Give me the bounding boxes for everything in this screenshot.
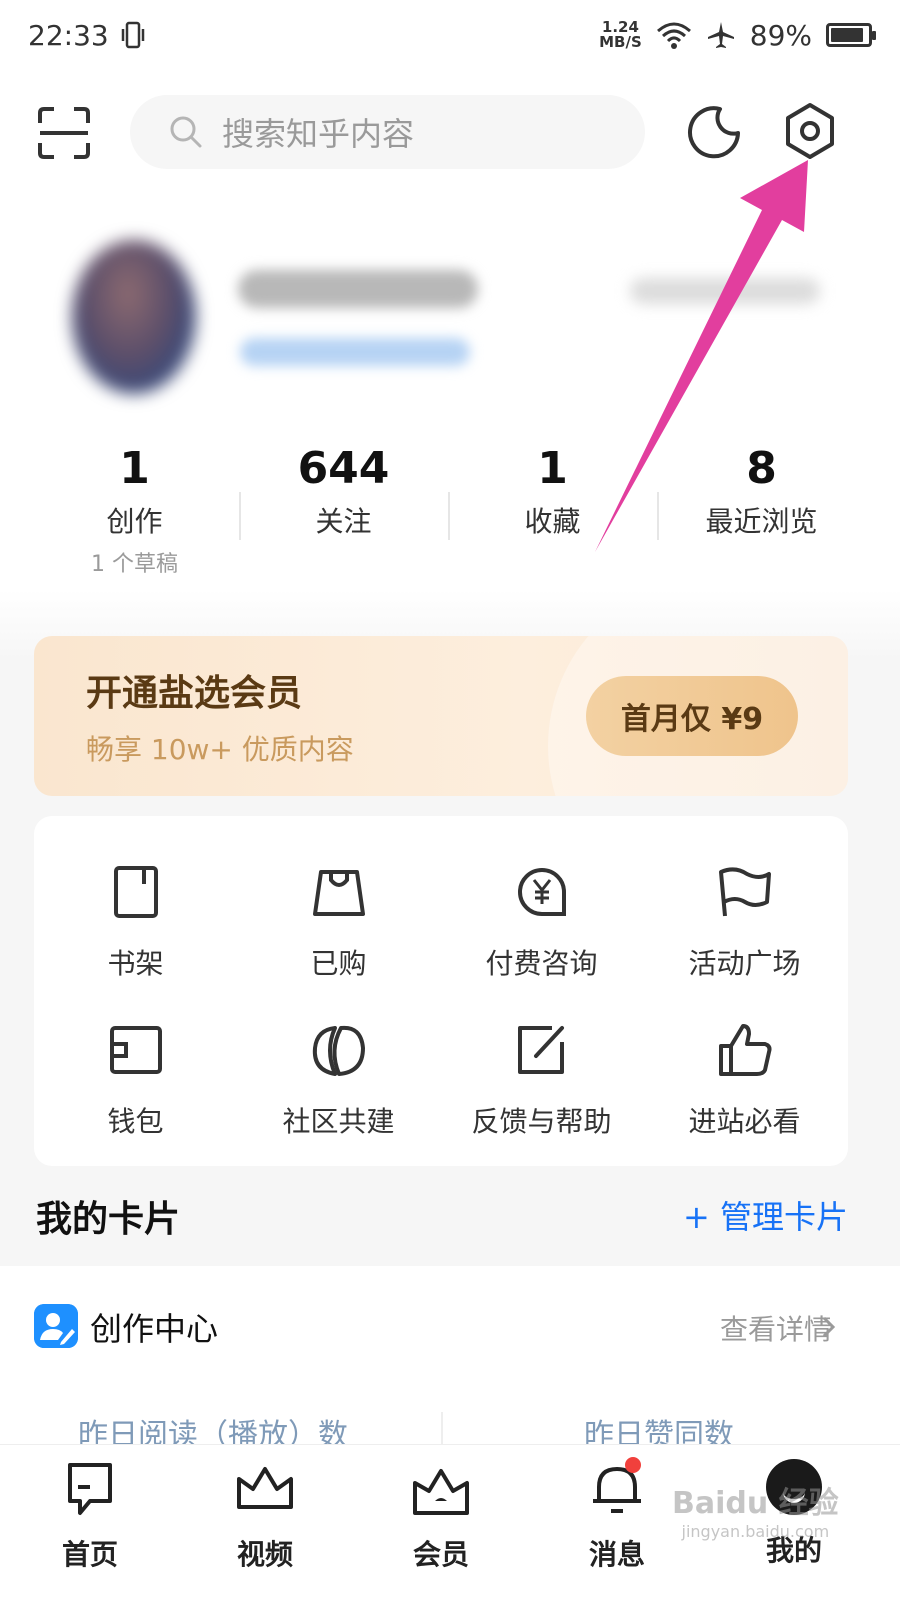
search-icon [170, 116, 202, 148]
nav-video[interactable]: 视频 [175, 1445, 355, 1600]
stat-following[interactable]: 644 关注 [239, 440, 448, 580]
tool-label: 已购 [310, 947, 367, 980]
vip-banner[interactable]: 开通盐选会员 畅享 10w+ 优质内容 首月仅 ¥9 [34, 636, 848, 796]
user-profile[interactable] [0, 230, 900, 410]
vip-subscribe-button[interactable]: 首月仅 ¥9 [586, 676, 798, 756]
tool-paid-consult[interactable]: 付费咨询 [440, 862, 643, 1012]
tools-grid: 书架 已购 付费咨询 活动广场 钱包 社区共建 反馈与帮助 进站必看 [34, 816, 848, 1166]
stat-value: 644 [297, 443, 390, 494]
watermark-main: Baidu 经验 [672, 1486, 839, 1521]
tool-label: 付费咨询 [485, 947, 598, 980]
wallet-icon [109, 1026, 162, 1074]
creator-center-card[interactable]: 创作中心 查看详情 昨日阅读（播放）数 昨日赞同数 [0, 1266, 900, 1466]
avatar[interactable] [72, 240, 196, 394]
tool-label: 钱包 [107, 1105, 164, 1138]
community-icon [312, 1025, 365, 1076]
watermark-sub: jingyan.baidu.com [681, 1522, 830, 1541]
my-cards-header: 我的卡片 + 管理卡片 [36, 1190, 848, 1250]
nav-member[interactable]: 会员 [351, 1445, 531, 1600]
wifi-icon [656, 22, 691, 49]
stat-label: 收藏 [524, 505, 581, 538]
homepage-link-blurred[interactable] [630, 278, 820, 304]
stat-favorites[interactable]: 1 收藏 [448, 440, 657, 580]
tool-bookshelf[interactable]: 书架 [34, 862, 237, 1012]
tool-feedback[interactable]: 反馈与帮助 [440, 1020, 643, 1170]
net-speed-unit: MB/S [599, 33, 642, 51]
tool-label: 社区共建 [282, 1105, 395, 1138]
search-input[interactable]: 搜索知乎内容 [130, 95, 645, 169]
member-crown-icon [413, 1469, 469, 1515]
notification-dot [625, 1457, 641, 1473]
stat-value: 1 [537, 443, 568, 494]
feedback-icon [517, 1026, 564, 1074]
night-mode-icon[interactable] [686, 103, 744, 161]
tool-label: 反馈与帮助 [471, 1105, 612, 1138]
tool-purchased[interactable]: 已购 [237, 862, 440, 1012]
creator-center-icon [34, 1304, 78, 1348]
user-badge-blurred [240, 338, 470, 366]
tool-community[interactable]: 社区共建 [237, 1020, 440, 1170]
username-blurred [238, 270, 478, 308]
nav-label: 会员 [412, 1538, 469, 1571]
bookshelf-icon [113, 866, 158, 918]
tool-label: 书架 [107, 947, 164, 980]
stat-label: 关注 [315, 505, 372, 538]
scan-icon[interactable] [36, 105, 92, 161]
view-details-link[interactable]: 查看详情 [720, 1308, 832, 1348]
tool-label: 活动广场 [688, 947, 801, 980]
tool-events[interactable]: 活动广场 [643, 862, 846, 1012]
top-toolbar: 搜索知乎内容 [0, 95, 900, 175]
watermark: Baidu 经验 jingyan.baidu.com [672, 1478, 839, 1541]
stat-drafts: 1 个草稿 [91, 552, 178, 577]
battery-percent: 89% [749, 18, 812, 52]
creator-center-title: 创作中心 [90, 1310, 219, 1348]
nav-label: 首页 [61, 1538, 118, 1571]
vip-title: 开通盐选会员 [86, 673, 303, 714]
shopping-bag-icon [312, 870, 365, 916]
stat-label: 最近浏览 [705, 505, 818, 538]
paid-consult-icon [517, 868, 566, 916]
battery-icon [826, 23, 876, 47]
status-bar: 22:33 1.24 MB/S 89% [0, 0, 900, 70]
vip-subtitle: 畅享 10w+ 优质内容 [86, 733, 354, 766]
status-time: 22:33 [28, 18, 109, 52]
stat-value: 1 [119, 443, 150, 494]
net-speed: 1.24 MB/S [599, 20, 642, 50]
thumbs-up-icon [718, 1024, 771, 1076]
stat-recent-views[interactable]: 8 最近浏览 [657, 440, 866, 580]
tool-label: 进站必看 [688, 1105, 801, 1138]
airplane-icon [707, 22, 734, 48]
stat-label: 创作 [106, 505, 163, 538]
tool-wallet[interactable]: 钱包 [34, 1020, 237, 1170]
stat-value: 8 [746, 443, 777, 494]
flag-icon [718, 867, 771, 917]
nav-home[interactable]: 首页 [0, 1445, 180, 1600]
search-placeholder: 搜索知乎内容 [222, 115, 415, 153]
nav-label: 视频 [236, 1538, 293, 1571]
my-cards-title: 我的卡片 [36, 1199, 181, 1240]
chevron-right-icon [822, 1316, 836, 1338]
home-icon [68, 1463, 112, 1515]
stat-creations[interactable]: 1 创作 1 个草稿 [30, 440, 239, 580]
manage-cards-link[interactable]: + 管理卡片 [683, 1192, 848, 1238]
tool-must-read[interactable]: 进站必看 [643, 1020, 846, 1170]
settings-gear-icon[interactable] [780, 101, 840, 161]
video-crown-icon [237, 1467, 293, 1509]
battery-fill [831, 28, 864, 42]
vibrate-icon [121, 21, 144, 49]
user-stats: 1 创作 1 个草稿 644 关注 1 收藏 8 最近浏览 [30, 440, 866, 580]
